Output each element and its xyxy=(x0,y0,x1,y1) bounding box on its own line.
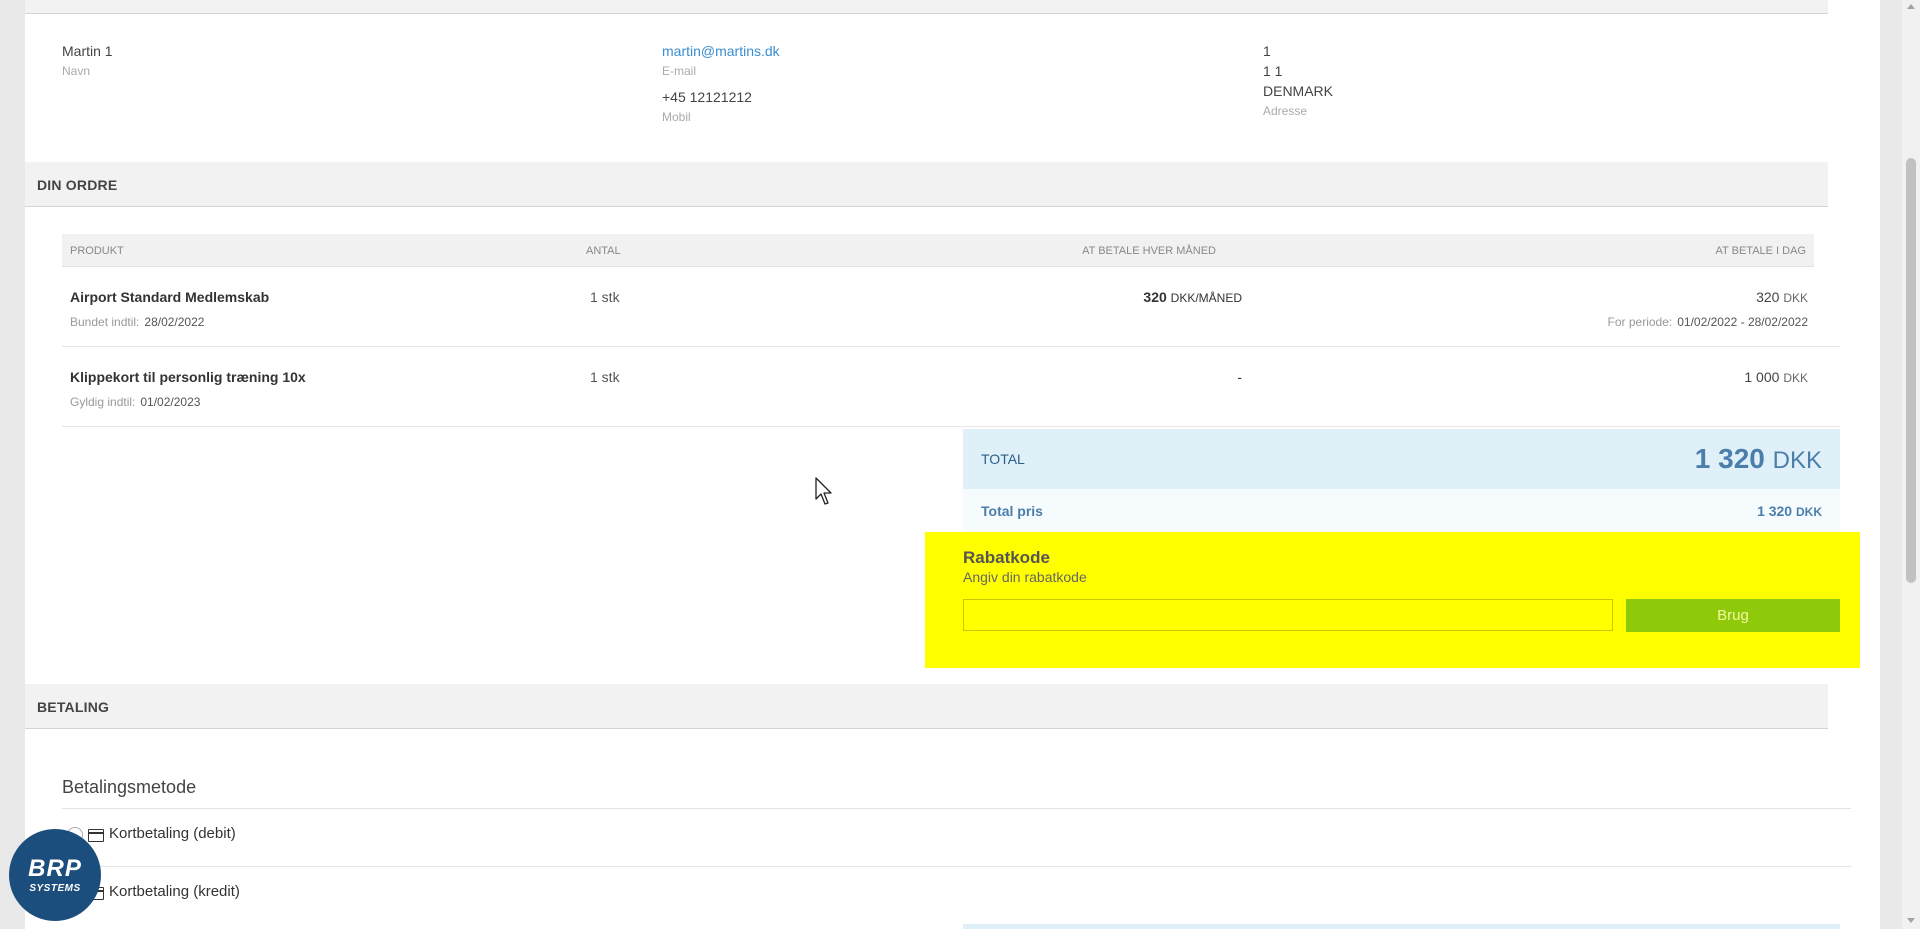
customer-email-label: E-mail xyxy=(662,64,697,78)
scroll-up-arrow-icon[interactable] xyxy=(1907,4,1915,9)
column-header-qty: ANTAL xyxy=(586,245,621,257)
product-monthly-price: - xyxy=(1237,369,1242,385)
order-section-title: DIN ORDRE xyxy=(37,177,118,193)
customer-name-label: Navn xyxy=(62,64,91,78)
product-period: For periode: 01/02/2022 - 28/02/2022 xyxy=(1607,315,1808,329)
customer-email-link[interactable]: martin@martins.dk xyxy=(662,43,780,59)
scroll-down-arrow-icon[interactable] xyxy=(1907,918,1915,923)
payment-section-title: BETALING xyxy=(37,699,110,715)
discount-title: Rabatkode xyxy=(963,548,1050,567)
product-today-price: 320 DKK xyxy=(1756,289,1808,305)
discount-subtitle: Angiv din rabatkode xyxy=(963,569,1087,585)
scrollbar-thumb[interactable] xyxy=(1906,158,1916,583)
product-name: Airport Standard Medlemskab xyxy=(70,289,270,305)
table-row: Airport Standard Medlemskab Bundet indti… xyxy=(62,267,1840,347)
customer-address-label: Adresse xyxy=(1263,104,1308,118)
apply-discount-button[interactable]: Brug xyxy=(1626,599,1840,632)
customer-name: Martin 1 xyxy=(62,43,113,59)
logo-text-main: BRP xyxy=(28,855,82,882)
payment-info-box-edge xyxy=(963,924,1840,929)
payment-method-option[interactable]: Kortbetaling (debit) xyxy=(62,808,1851,866)
top-section-bar xyxy=(25,0,1828,14)
brp-systems-logo[interactable]: BRP SYSTEMS xyxy=(9,829,101,921)
table-row: Klippekort til personlig træning 10x Gyl… xyxy=(62,347,1840,427)
product-sub: Bundet indtil: 28/02/2022 xyxy=(70,315,205,329)
payment-method-title: Betalingsmetode xyxy=(62,777,197,797)
customer-address-line2: 1 1 xyxy=(1263,63,1283,79)
credit-card-icon xyxy=(88,829,104,842)
order-table-header: PRODUKT ANTAL AT BETALE HVER MÅNED AT BE… xyxy=(62,234,1814,267)
total-price-label: Total pris xyxy=(981,503,1043,519)
customer-address-country: DENMARK xyxy=(1263,83,1334,99)
payment-method-label: Kortbetaling (debit) xyxy=(109,825,236,842)
total-box: TOTAL 1 320 DKK xyxy=(963,429,1840,489)
customer-mobile-label: Mobil xyxy=(662,110,691,124)
total-value: 1 320 DKK xyxy=(1694,443,1822,474)
product-name: Klippekort til personlig træning 10x xyxy=(70,369,306,385)
discount-code-input[interactable] xyxy=(963,599,1613,631)
column-header-product: PRODUKT xyxy=(70,245,124,257)
product-qty: 1 stk xyxy=(590,369,620,385)
total-price-box: Total pris 1 320 DKK xyxy=(963,489,1840,532)
payment-method-option[interactable]: Kortbetaling (kredit) xyxy=(62,866,1851,924)
order-section-header: DIN ORDRE xyxy=(25,162,1828,207)
column-header-today: AT BETALE I DAG xyxy=(1715,245,1806,257)
mouse-cursor-icon xyxy=(815,477,832,505)
product-sub: Gyldig indtil: 01/02/2023 xyxy=(70,395,201,409)
total-label: TOTAL xyxy=(981,451,1025,467)
product-qty: 1 stk xyxy=(590,289,620,305)
vertical-scrollbar[interactable] xyxy=(1902,0,1920,929)
payment-section-header: BETALING xyxy=(25,684,1828,729)
column-header-monthly: AT BETALE HVER MÅNED xyxy=(1082,245,1216,257)
discount-code-panel: Rabatkode Angiv din rabatkode Brug xyxy=(925,532,1860,668)
product-today-price: 1 000 DKK xyxy=(1744,369,1808,385)
customer-address-line1: 1 xyxy=(1263,43,1271,59)
total-price-value: 1 320 DKK xyxy=(1757,503,1822,519)
customer-mobile: +45 12121212 xyxy=(662,89,752,105)
product-monthly-price: 320 DKK/MÅNED xyxy=(1143,289,1242,305)
logo-text-sub: SYSTEMS xyxy=(29,883,81,894)
payment-method-label: Kortbetaling (kredit) xyxy=(109,883,240,900)
